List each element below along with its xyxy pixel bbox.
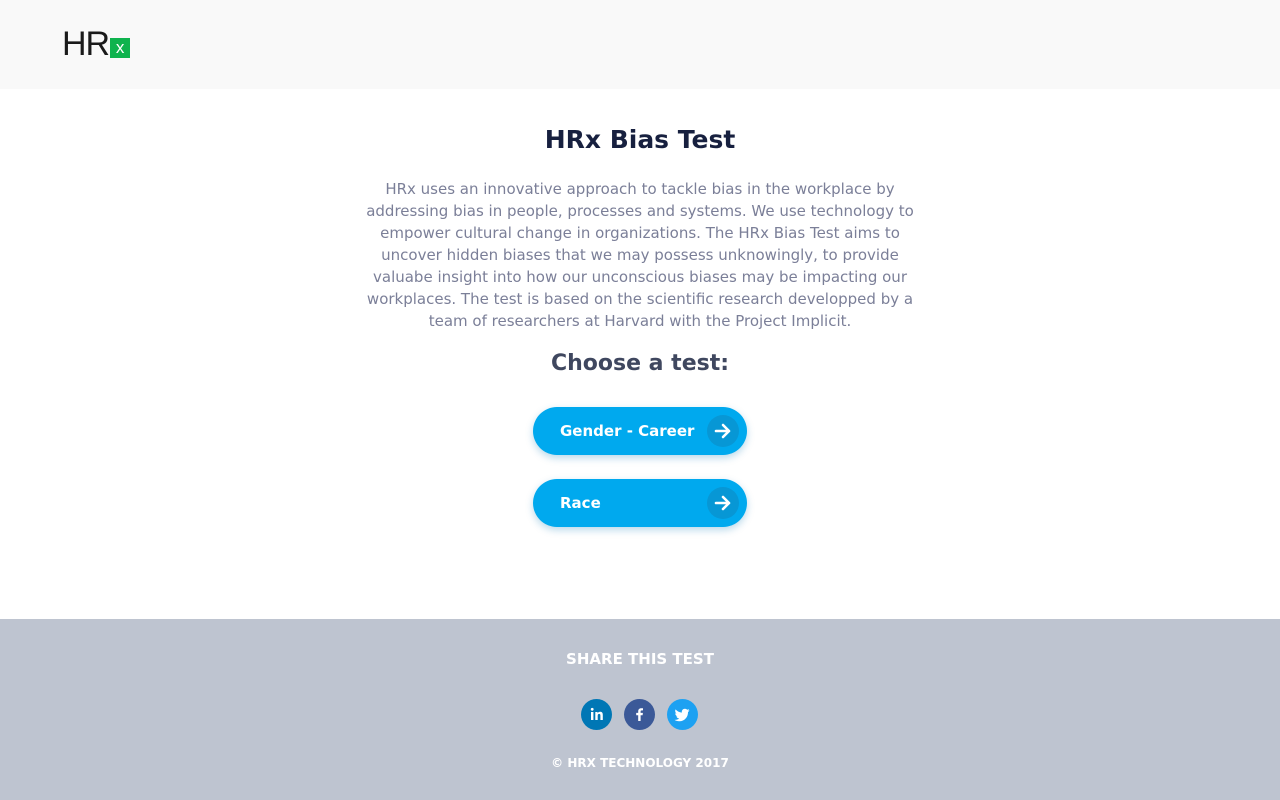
footer: SHARE THIS TEST © HRX TECHNOLOGY 2017 [0,619,1280,800]
main-content: HRx Bias Test HRx uses an innovative app… [0,89,1280,619]
test-button-label: Race [560,494,601,512]
hrx-logo[interactable]: HR x [62,25,131,63]
gender-career-test-button[interactable]: Gender - Career [533,407,747,455]
facebook-icon [636,708,643,721]
header: HR x [0,0,1280,89]
arrow-right-icon [707,415,739,447]
choose-test-heading: Choose a test: [550,351,730,376]
facebook-share-button[interactable] [624,699,655,730]
twitter-icon [674,708,690,722]
intro-paragraph: HRx uses an innovative approach to tackl… [366,180,914,330]
twitter-share-button[interactable] [667,699,698,730]
linkedin-share-button[interactable] [581,699,612,730]
logo-mark: x [110,38,131,58]
copyright-text: © HRX TECHNOLOGY 2017 [551,756,729,770]
logo-text: HR [62,25,110,63]
arrow-right-icon [707,487,739,519]
share-title: SHARE THIS TEST [566,650,714,668]
page-title: HRx Bias Test [544,125,736,154]
linkedin-icon [590,707,603,720]
test-button-label: Gender - Career [560,422,695,440]
race-test-button[interactable]: Race [533,479,747,527]
